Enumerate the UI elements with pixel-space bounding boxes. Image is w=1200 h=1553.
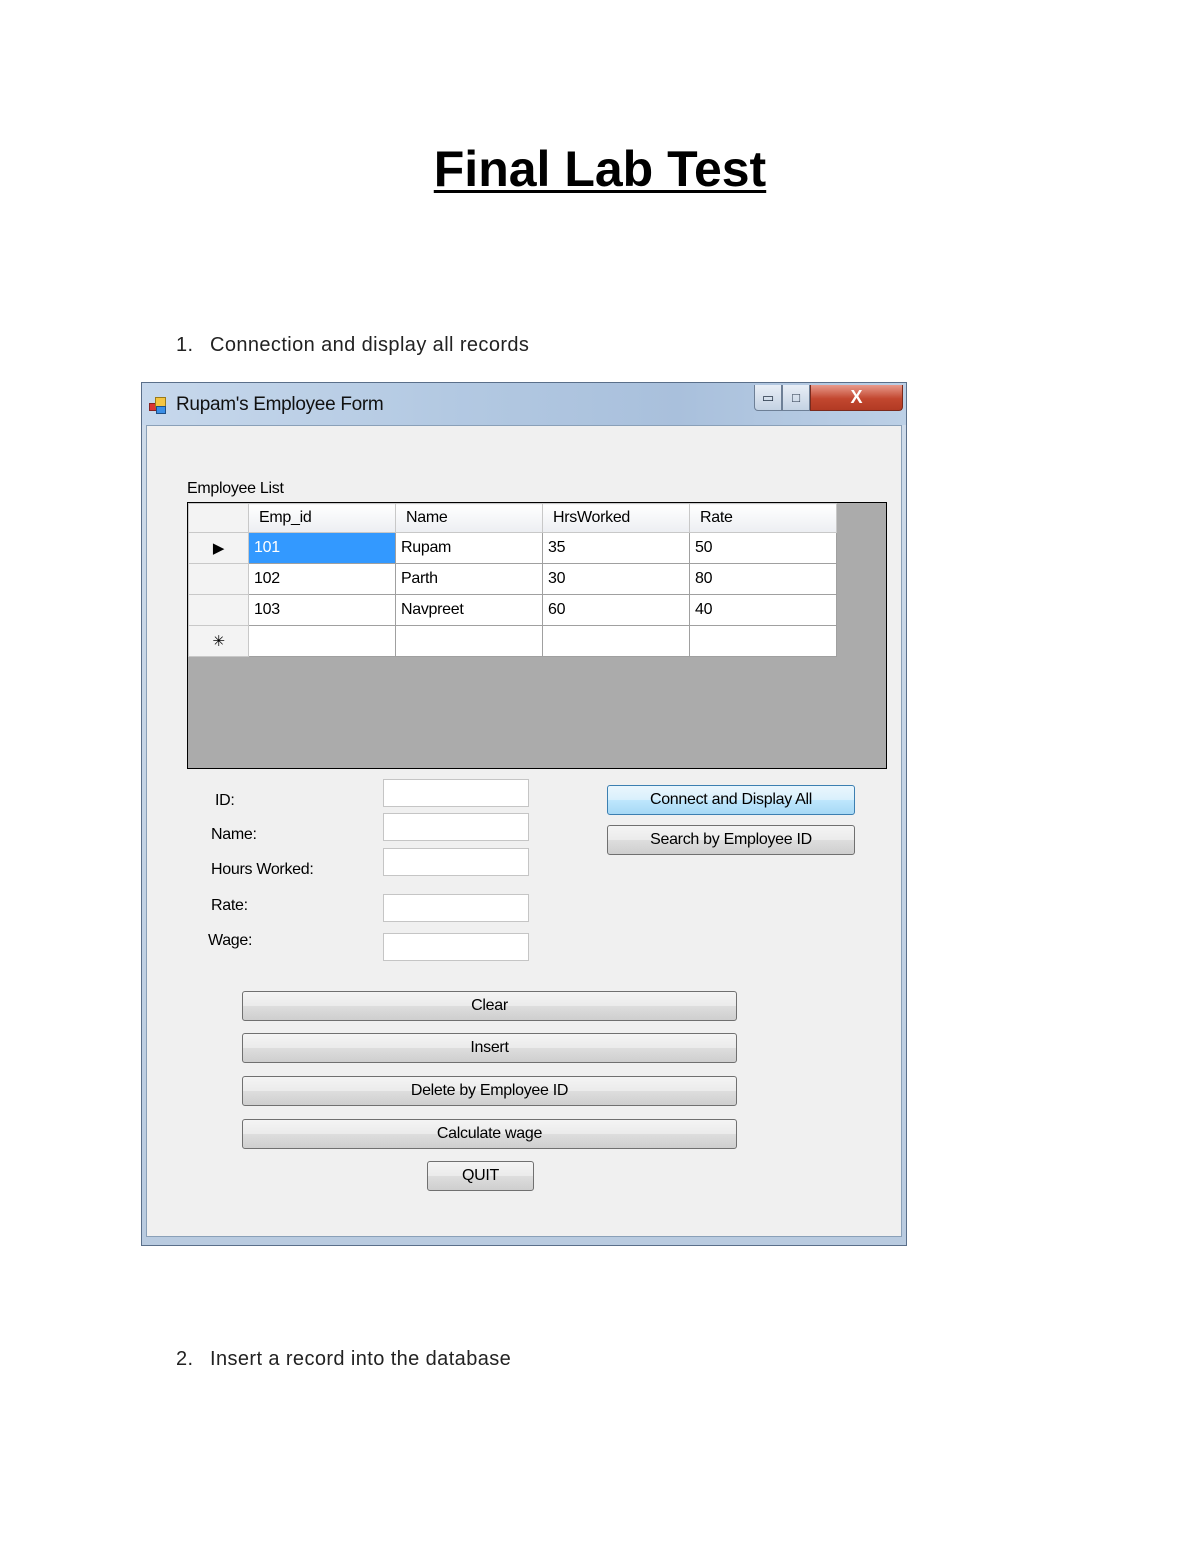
current-row-indicator-icon[interactable]: ▶	[188, 532, 249, 564]
close-button[interactable]: X	[810, 385, 903, 411]
grid-cell-hrs-worked[interactable]	[542, 625, 690, 657]
grid-cell-rate[interactable]: 40	[689, 594, 837, 626]
employee-list-label: Employee List	[187, 480, 284, 497]
window-title: Rupam's Employee Form	[176, 394, 384, 415]
new-row[interactable]: ✳	[188, 625, 837, 657]
step-2: 2. Insert a record into the database	[176, 1348, 511, 1371]
grid-cell-emp-id[interactable]	[248, 625, 396, 657]
step-1: 1. Connection and display all records	[176, 334, 529, 357]
column-header-name[interactable]: Name	[395, 503, 543, 533]
grid-cell-hrs-worked[interactable]: 60	[542, 594, 690, 626]
grid-cell-hrs-worked[interactable]: 30	[542, 563, 690, 595]
step-2-text: Insert a record into the database	[210, 1348, 512, 1370]
employee-table: Emp_id Name HrsWorked Rate ▶ 101 Rupam 3…	[188, 503, 837, 657]
hours-worked-input[interactable]	[383, 848, 529, 876]
step-1-text: Connection and display all records	[210, 334, 530, 356]
clear-button[interactable]: Clear	[242, 991, 737, 1021]
name-label: Name:	[211, 826, 257, 843]
name-input[interactable]	[383, 813, 529, 841]
search-by-employee-id-button[interactable]: Search by Employee ID	[607, 825, 855, 855]
column-header-hrs-worked[interactable]: HrsWorked	[542, 503, 690, 533]
step-2-number: 2.	[176, 1348, 194, 1370]
column-header-emp-id[interactable]: Emp_id	[248, 503, 396, 533]
close-icon: X	[850, 387, 863, 407]
grid-cell-emp-id[interactable]: 103	[248, 594, 396, 626]
window-titlebar[interactable]: Rupam's Employee Form ▭ □ X	[142, 383, 906, 425]
grid-cell-name[interactable]	[395, 625, 543, 657]
form-client-area: Employee List Emp_id Name HrsWorked Rate…	[146, 425, 902, 1237]
table-row[interactable]: ▶ 101 Rupam 35 50	[188, 532, 837, 564]
row-header[interactable]	[188, 563, 249, 595]
wage-input[interactable]	[383, 933, 529, 961]
rate-input[interactable]	[383, 894, 529, 922]
grid-cell-rate[interactable]: 50	[689, 532, 837, 564]
quit-button[interactable]: QUIT	[427, 1161, 534, 1191]
id-input[interactable]	[383, 779, 529, 807]
employee-form-window: Rupam's Employee Form ▭ □ X Employee Lis…	[141, 382, 907, 1246]
grid-cell-rate[interactable]	[689, 625, 837, 657]
grid-cell-rate[interactable]: 80	[689, 563, 837, 595]
table-row[interactable]: 102 Parth 30 80	[188, 563, 837, 595]
grid-cell-emp-id[interactable]: 101	[248, 532, 396, 564]
maximize-button[interactable]: □	[782, 385, 810, 411]
column-header-rate[interactable]: Rate	[689, 503, 837, 533]
grid-header-row: Emp_id Name HrsWorked Rate	[188, 503, 837, 533]
rate-label: Rate:	[211, 897, 248, 914]
app-icon	[149, 397, 166, 414]
delete-by-employee-id-button[interactable]: Delete by Employee ID	[242, 1076, 737, 1106]
calculate-wage-button[interactable]: Calculate wage	[242, 1119, 737, 1149]
id-label: ID:	[215, 792, 235, 809]
insert-button[interactable]: Insert	[242, 1033, 737, 1063]
wage-label: Wage:	[208, 932, 253, 949]
grid-cell-name[interactable]: Rupam	[395, 532, 543, 564]
maximize-icon: □	[792, 390, 800, 405]
grid-cell-emp-id[interactable]: 102	[248, 563, 396, 595]
minimize-icon: ▭	[761, 389, 775, 405]
grid-cell-hrs-worked[interactable]: 35	[542, 532, 690, 564]
step-1-number: 1.	[176, 334, 194, 356]
employee-data-grid[interactable]: Emp_id Name HrsWorked Rate ▶ 101 Rupam 3…	[187, 502, 887, 769]
minimize-button[interactable]: ▭	[754, 385, 782, 411]
document-title: Final Lab Test	[433, 141, 767, 197]
grid-cell-name[interactable]: Navpreet	[395, 594, 543, 626]
hours-worked-label: Hours Worked:	[211, 861, 314, 878]
grid-corner-header[interactable]	[188, 503, 249, 533]
table-row[interactable]: 103 Navpreet 60 40	[188, 594, 837, 626]
connect-display-all-button[interactable]: Connect and Display All	[607, 785, 855, 815]
row-header[interactable]	[188, 594, 249, 626]
new-row-asterisk-icon[interactable]: ✳	[188, 625, 249, 657]
grid-cell-name[interactable]: Parth	[395, 563, 543, 595]
